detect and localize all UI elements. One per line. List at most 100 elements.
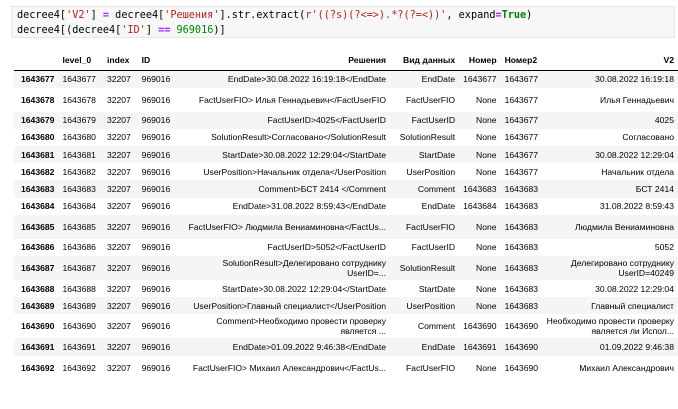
cell-index: 32207 (106, 201, 131, 212)
cell-index: 32207 (106, 132, 131, 143)
table-row: 1643687 1643687 32207 969016 SolutionResult>… (14, 256, 678, 280)
cell-resheniya: FactUserFIO> Людмила Вениаминовна</FactU… (188, 221, 386, 232)
row-index: 1643689 (21, 300, 55, 311)
header-index-col: index (102, 50, 138, 71)
cell-level0: 1643690 (62, 321, 96, 332)
cell-nomer2: 1643677 (504, 149, 539, 160)
cell-nomer: 1643691 (463, 341, 497, 352)
cell-id: 969016 (141, 242, 171, 253)
table-row: 1643682 1643682 32207 969016 UserPosition>На… (14, 163, 678, 181)
cell-vid-dannyh: FactUserID (411, 242, 456, 253)
cell-level0: 1643677 (62, 74, 96, 85)
cell-resheniya: FactUserID>5052</FactUserID (267, 242, 386, 253)
cell-index: 32207 (106, 283, 131, 294)
cell-id: 969016 (141, 221, 171, 232)
cell-index: 32207 (106, 221, 131, 232)
code-cell-input[interactable]: decree4['V2'] = decree4['Решения'].str.e… (11, 6, 675, 38)
table-row: 1643681 1643681 32207 969016 StartDate>30.08… (14, 146, 678, 164)
cell-v2: Начальник отдела (601, 166, 674, 177)
cell-resheniya: Comment>БСТ 2414 </Comment (258, 184, 386, 195)
cell-nomer: None (476, 132, 497, 143)
cell-id: 969016 (141, 166, 171, 177)
cell-vid-dannyh: EndDate (421, 341, 456, 352)
cell-nomer: 1643683 (463, 184, 497, 195)
cell-resheniya: UserPosition>Главный специалист</UserPos… (193, 300, 386, 311)
cell-nomer: None (476, 300, 497, 311)
row-index: 1643681 (21, 149, 55, 160)
cell-v2: Согласовано (622, 132, 674, 143)
cell-id: 969016 (141, 74, 171, 85)
cell-id: 969016 (141, 132, 171, 143)
table-row: 1643684 1643684 32207 969016 EndDate>31.08.2… (14, 197, 678, 215)
cell-index: 32207 (106, 242, 131, 253)
cell-resheniya: Comment>Необходимо провести проверку явл… (216, 316, 386, 337)
cell-resheniya: StartDate>30.08.2022 12:29:04</StartDate (222, 283, 386, 294)
cell-vid-dannyh: EndDate (421, 74, 456, 85)
table-row: 1643683 1643683 32207 969016 Comment>БСТ 241… (14, 180, 678, 198)
cell-index: 32207 (106, 94, 131, 105)
cell-nomer2: 1643683 (504, 263, 539, 273)
cell-vid-dannyh: FactUserFIO (405, 221, 456, 232)
table-row: 1643679 1643679 32207 969016 FactUserID>4025… (14, 111, 678, 129)
cell-nomer: None (476, 94, 497, 105)
row-index: 1643682 (21, 166, 55, 177)
cell-level0: 1643680 (62, 132, 96, 143)
table-row: 1643678 1643678 32207 969016 FactUserFIO> Ил… (14, 87, 678, 112)
table-row: 1643685 1643685 32207 969016 FactUserFIO> Лю… (14, 214, 678, 239)
cell-vid-dannyh: SolutionResult (399, 132, 456, 143)
header-resheniya: Решения (177, 50, 390, 71)
cell-v2: 30.08.2022 12:29:04 (595, 283, 674, 294)
cell-resheniya: StartDate>30.08.2022 12:29:04</StartDate (222, 149, 386, 160)
cell-vid-dannyh: SolutionResult (399, 263, 456, 273)
row-index: 1643686 (21, 242, 55, 253)
cell-id: 969016 (141, 300, 171, 311)
cell-v2: Илья Геннадьевич (600, 94, 674, 105)
cell-resheniya: SolutionResult>Согласовано</SolutionResu… (211, 132, 386, 143)
header-id: ID (137, 50, 178, 71)
cell-id: 969016 (141, 201, 171, 212)
cell-nomer: None (476, 115, 497, 126)
cell-resheniya: FactUserFIO> Илья Геннадьевич</FactUserF… (198, 94, 386, 105)
cell-v2: 30.08.2022 12:29:04 (595, 149, 674, 160)
cell-id: 969016 (141, 341, 171, 352)
cell-resheniya: UserPosition>Начальник отдела</UserPosit… (203, 166, 386, 177)
cell-v2: Главный специалист (591, 300, 674, 311)
cell-nomer: None (476, 166, 497, 177)
cell-level0: 1643692 (62, 362, 96, 373)
cell-nomer2: 1643677 (504, 115, 539, 126)
cell-vid-dannyh: UserPosition (406, 166, 456, 177)
cell-nomer: 1643690 (463, 321, 497, 332)
header-v2: V2 (542, 50, 678, 71)
cell-vid-dannyh: FactUserFIO (405, 94, 456, 105)
cell-id: 969016 (141, 149, 171, 160)
cell-nomer: None (476, 242, 497, 253)
cell-id: 969016 (141, 321, 171, 332)
header-index (14, 50, 59, 71)
cell-nomer: None (476, 283, 497, 294)
cell-v2: 4025 (654, 115, 674, 126)
cell-level0: 1643683 (62, 184, 96, 195)
row-index: 1643683 (21, 184, 55, 195)
cell-resheniya: SolutionResult>Делегировано сотруднику U… (222, 258, 386, 278)
cell-index: 32207 (106, 300, 131, 311)
cell-index: 32207 (106, 74, 131, 85)
cell-nomer2: 1643677 (504, 132, 539, 143)
header-row: level_0 index ID Решения Вид данных Номе… (14, 50, 678, 71)
cell-v2: Необходимо провести проверку является ли… (546, 316, 674, 337)
cell-resheniya: EndDate>30.08.2022 16:19:18</EndDate (227, 74, 386, 85)
cell-level0: 1643685 (62, 221, 96, 232)
cell-nomer: None (476, 263, 497, 273)
cell-vid-dannyh: FactUserFIO (405, 362, 456, 373)
table-row: 1643690 1643690 32207 969016 Comment>Необход… (14, 314, 678, 339)
cell-nomer2: 1643690 (504, 341, 539, 352)
cell-level0: 1643684 (62, 201, 96, 212)
cell-nomer2: 1643683 (504, 201, 539, 212)
cell-id: 969016 (141, 115, 171, 126)
cell-nomer2: 1643683 (504, 242, 539, 253)
cell-level0: 1643681 (62, 149, 96, 160)
cell-index: 32207 (106, 166, 131, 177)
table-row: 1643691 1643691 32207 969016 EndDate>01.09.2… (14, 338, 678, 356)
cell-resheniya: FactUserID>4025</FactUserID (267, 115, 386, 126)
row-index: 1643677 (21, 74, 55, 85)
row-index: 1643690 (21, 321, 55, 332)
